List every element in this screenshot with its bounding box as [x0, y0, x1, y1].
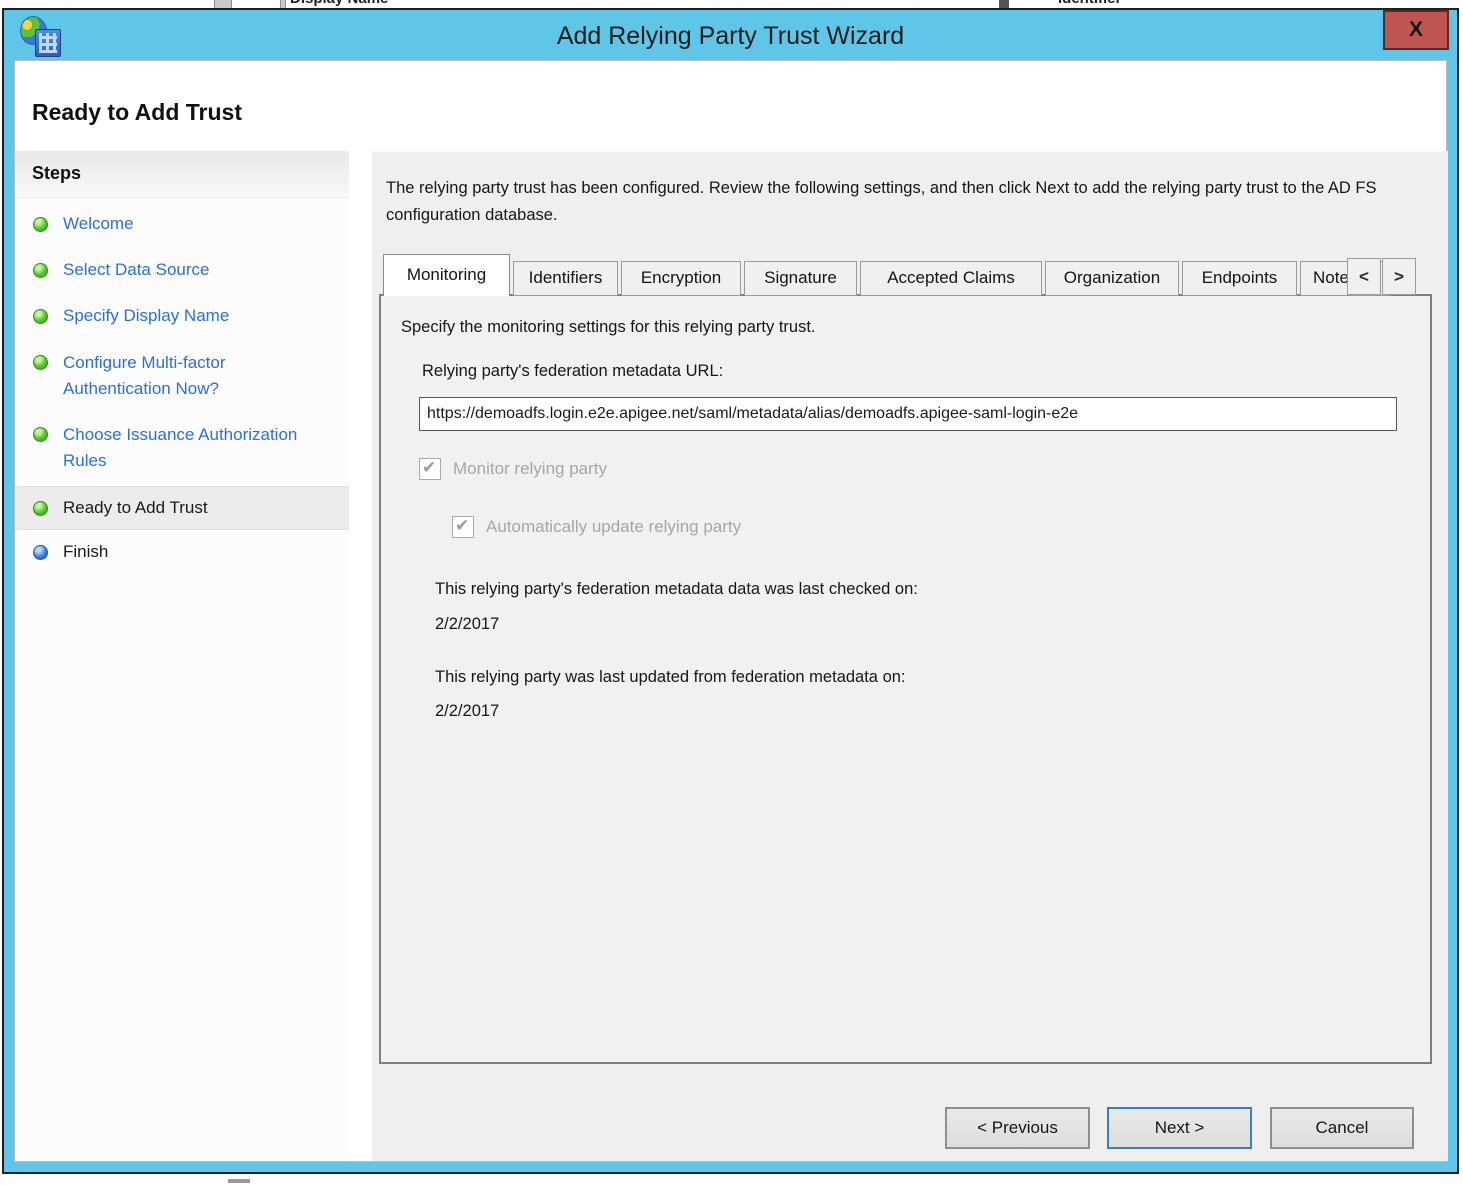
cancel-button[interactable]: Cancel	[1270, 1107, 1414, 1149]
parent-column-header-fragment: Display Name	[290, 0, 388, 7]
previous-button[interactable]: < Previous	[945, 1107, 1090, 1149]
last-checked-value: 2/2/2017	[435, 615, 499, 634]
auto-update-label: Automatically update relying party	[486, 517, 741, 537]
metadata-url-label: Relying party's federation metadata URL:	[422, 362, 723, 381]
tab-signature[interactable]: Signature	[744, 261, 857, 296]
page-title: Ready to Add Trust	[32, 99, 242, 126]
parent-window-top-sliver: Display Name Identifier	[0, 0, 1463, 8]
page-description: The relying party trust has been configu…	[386, 175, 1396, 229]
sidebar-item-finish: Finish	[15, 537, 349, 567]
step-complete-icon	[33, 309, 48, 324]
last-updated-label: This relying party was last updated from…	[435, 668, 906, 687]
sidebar-item-select-data-source: Select Data Source	[15, 255, 349, 285]
tab-scroll-right-icon[interactable]: >	[1382, 258, 1416, 295]
sidebar-item-ready-to-add-trust: Ready to Add Trust	[15, 486, 349, 530]
auto-update-row: Automatically update relying party	[452, 516, 741, 538]
step-label: Ready to Add Trust	[63, 495, 208, 521]
step-label: Configure Multi-factor Authentication No…	[63, 350, 307, 402]
add-relying-party-trust-wizard-dialog: Add Relying Party Trust Wizard X Ready t…	[2, 8, 1459, 1174]
step-complete-icon	[33, 217, 48, 232]
tab-monitoring[interactable]: Monitoring	[383, 254, 510, 296]
parent-divider-fragment	[280, 0, 286, 8]
tab-organization[interactable]: Organization	[1045, 261, 1179, 296]
step-label: Specify Display Name	[63, 303, 229, 329]
step-label: Finish	[63, 539, 108, 565]
monitor-relying-party-label: Monitor relying party	[453, 459, 607, 479]
steps-header: Steps	[15, 152, 349, 198]
wizard-content-pane: The relying party trust has been configu…	[371, 151, 1448, 1161]
auto-update-checkbox[interactable]	[452, 516, 474, 538]
monitoring-intro-text: Specify the monitoring settings for this…	[401, 318, 816, 337]
parent-mark-fragment	[999, 0, 1009, 8]
tab-endpoints[interactable]: Endpoints	[1182, 261, 1297, 296]
steps-header-label: Steps	[32, 163, 81, 184]
step-label: Select Data Source	[63, 257, 209, 283]
monitor-relying-party-checkbox[interactable]	[419, 458, 441, 480]
last-updated-value: 2/2/2017	[435, 702, 499, 721]
monitor-relying-party-row: Monitor relying party	[419, 458, 607, 480]
window-title: Add Relying Party Trust Wizard	[4, 10, 1457, 60]
sidebar-item-specify-display-name: Specify Display Name	[15, 301, 349, 331]
tab-scroll-left-icon[interactable]: <	[1347, 258, 1381, 295]
settings-tab-control: Monitoring Identifiers Encryption Signat…	[379, 254, 1432, 1064]
title-bar[interactable]: Add Relying Party Trust Wizard X	[4, 10, 1457, 60]
tab-encryption[interactable]: Encryption	[621, 261, 741, 296]
parent-window-bottom-sliver	[0, 1176, 1463, 1185]
metadata-url-input[interactable]	[419, 397, 1397, 431]
last-checked-label: This relying party's federation metadata…	[435, 580, 918, 599]
parent-mark-fragment	[228, 1179, 250, 1183]
parent-column-header-fragment-right: Identifier	[1058, 0, 1121, 7]
step-label: Choose Issuance Authorization Rules	[63, 422, 307, 474]
sidebar-item-welcome: Welcome	[15, 209, 349, 239]
step-complete-icon	[33, 427, 48, 442]
next-button[interactable]: Next >	[1107, 1107, 1252, 1149]
dialog-body: Ready to Add Trust Steps Welcome Select …	[14, 60, 1447, 1162]
step-complete-icon	[33, 501, 48, 516]
tab-identifiers[interactable]: Identifiers	[513, 261, 618, 296]
steps-sidebar: Steps Welcome Select Data Source Specify…	[15, 151, 349, 1161]
sidebar-item-choose-issuance-rules: Choose Issuance Authorization Rules	[15, 420, 315, 476]
close-button[interactable]: X	[1383, 10, 1449, 50]
step-label: Welcome	[63, 211, 134, 237]
sidebar-item-configure-mfa: Configure Multi-factor Authentication No…	[15, 348, 315, 404]
tab-accepted-claims[interactable]: Accepted Claims	[860, 261, 1042, 296]
step-pending-icon	[33, 545, 48, 560]
parent-scrollbar-fragment	[214, 0, 232, 8]
monitoring-tab-panel: Specify the monitoring settings for this…	[379, 294, 1432, 1064]
step-complete-icon	[33, 355, 48, 370]
step-complete-icon	[33, 263, 48, 278]
